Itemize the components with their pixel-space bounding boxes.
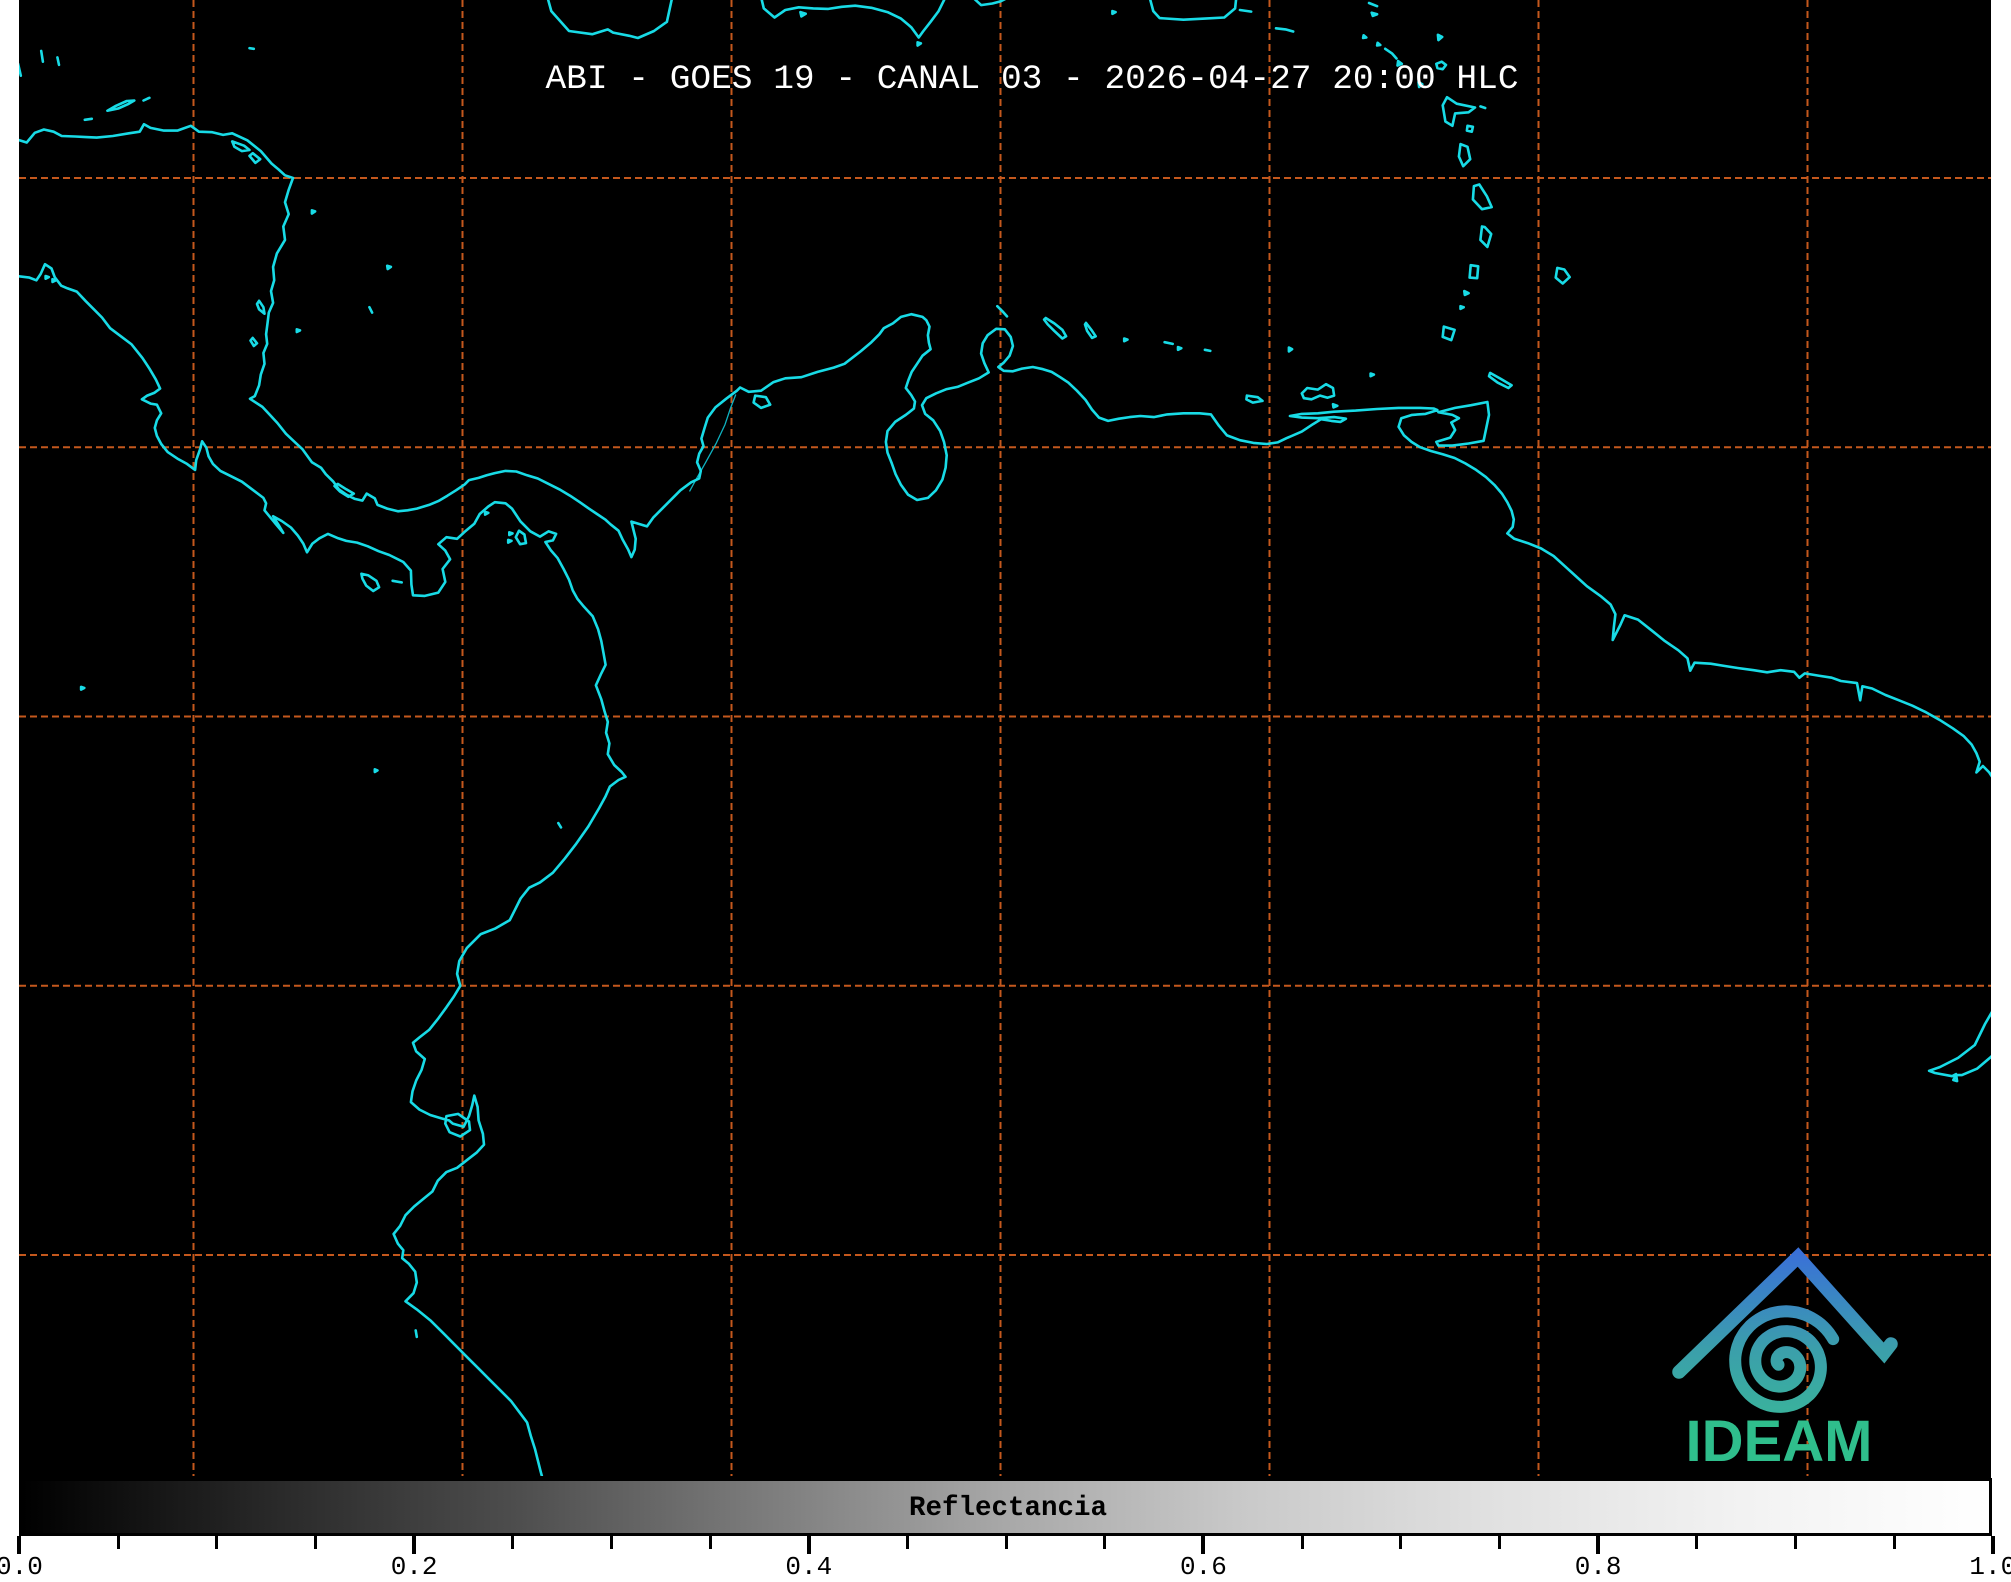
svg-text:IDEAM: IDEAM (1686, 1409, 1873, 1474)
